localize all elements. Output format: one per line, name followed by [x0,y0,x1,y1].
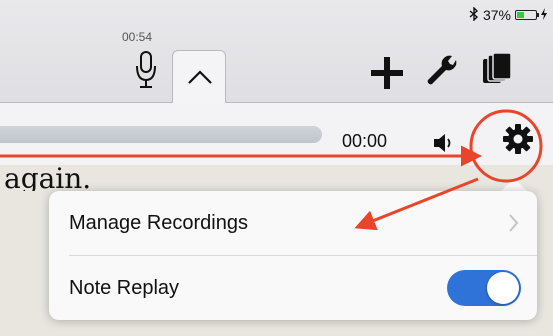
app-screen: 37% 00:54 00:00 again. Manage Recordings… [0,0,553,336]
note-replay-toggle[interactable] [447,270,521,306]
pages-icon[interactable] [482,52,512,93]
status-bar: 37% [469,5,547,24]
playback-progress-track[interactable] [0,126,322,143]
microphone-icon[interactable] [135,50,157,90]
add-icon[interactable] [370,56,404,95]
popover-arrow [500,178,528,192]
battery-percent: 37% [482,7,511,23]
note-replay-label: Note Replay [69,276,180,299]
collapse-toolbar-tab[interactable] [172,50,226,103]
playback-time: 00:00 [342,131,388,151]
settings-popover: Manage Recordings Note Replay [49,191,537,320]
speaker-icon[interactable] [433,133,455,158]
chevron-up-icon [188,70,212,84]
note-replay-item: Note Replay [49,256,537,320]
manage-recordings-label: Manage Recordings [69,211,248,234]
charging-icon [541,7,547,23]
recording-timer: 00:54 [122,30,153,44]
battery-icon [515,10,539,20]
playback-bar [0,103,553,165]
manage-recordings-item[interactable]: Manage Recordings [49,191,537,255]
chevron-right-icon [509,214,519,238]
gear-icon[interactable] [502,123,534,160]
document-text: again. [4,165,92,191]
top-toolbar: 37% 00:54 [0,0,553,103]
bluetooth-icon [469,5,479,24]
toggle-knob [487,272,519,304]
wrench-icon[interactable] [424,54,460,95]
